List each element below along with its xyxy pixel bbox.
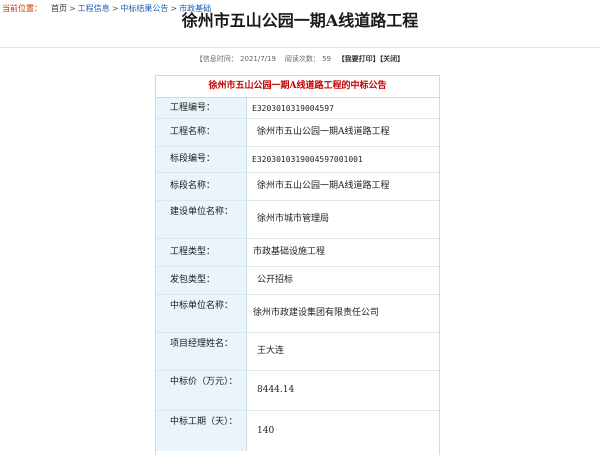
table-row: 中标单位名称： 徐州市政建设集团有限责任公司 bbox=[156, 295, 439, 333]
views-value: 59 bbox=[322, 55, 331, 63]
row-value: E3203010319004597001001 bbox=[252, 155, 363, 164]
views-label: 阅读次数： bbox=[284, 55, 320, 63]
table-row: 发包类型： 公开招标 bbox=[156, 267, 439, 295]
row-label: 工程类型： bbox=[156, 239, 247, 266]
row-value: 140 bbox=[257, 425, 275, 436]
table-row: 项目经理姓名： 王大连 bbox=[156, 333, 439, 371]
article-meta: 【信息时间： 2021/7/19 阅读次数： 59 【我要打印】【关闭】 bbox=[0, 53, 600, 65]
row-value: 8444.14 bbox=[257, 385, 295, 395]
table-row: 标段名称： 徐州市五山公园一期A线道路工程 bbox=[156, 173, 439, 201]
row-value: 徐州市五山公园一期A线道路工程 bbox=[257, 181, 390, 191]
row-value: 徐州市五山公园一期A线道路工程 bbox=[257, 127, 390, 137]
row-value: 市政基础设施工程 bbox=[253, 247, 326, 257]
award-notice-table: 徐州市五山公园一期A线道路工程的中标公告 工程编号： E320301031900… bbox=[155, 75, 440, 455]
table-row: 工程类型： 市政基础设施工程 bbox=[156, 239, 439, 267]
notice-title: 徐州市五山公园一期A线道路工程的中标公告 bbox=[156, 76, 439, 98]
row-label: 建设单位名称： bbox=[156, 201, 247, 238]
row-label: 工程编号： bbox=[156, 98, 247, 118]
table-row: 工程名称： 徐州市五山公园一期A线道路工程 bbox=[156, 119, 439, 147]
table-row: 中标价（万元）： 8444.14 bbox=[156, 371, 439, 411]
row-value: 公开招标 bbox=[257, 275, 294, 285]
page-title: 徐州市五山公园一期A线道路工程 bbox=[181, 11, 419, 30]
row-label: 标段编号： bbox=[156, 147, 247, 172]
row-label: 中标工期（天）： bbox=[156, 411, 247, 451]
table-row: 建设单位名称： 徐州市城市管理局 bbox=[156, 201, 439, 239]
row-label: 项目经理姓名： bbox=[156, 333, 247, 370]
row-label: 中标单位名称： bbox=[156, 295, 247, 332]
table-row: 标段编号： E3203010319004597001001 bbox=[156, 147, 439, 173]
row-value: E3203010319004597 bbox=[252, 103, 334, 113]
row-value: 徐州市政建设集团有限责任公司 bbox=[253, 308, 380, 318]
print-button[interactable]: 【我要打印】 bbox=[338, 55, 380, 63]
info-time-value: 2021/7/19 bbox=[240, 55, 276, 63]
title-divider bbox=[0, 47, 600, 48]
row-label: 工程名称： bbox=[156, 119, 247, 146]
row-label: 标段名称： bbox=[156, 173, 247, 200]
row-label: 发包类型： bbox=[156, 267, 247, 294]
table-row: 中标工期（天）： 140 bbox=[156, 411, 439, 451]
row-value: 徐州市城市管理局 bbox=[257, 214, 330, 224]
row-value: 王大连 bbox=[257, 346, 285, 356]
info-time-label: 【信息时间： bbox=[195, 55, 238, 63]
row-label: 中标价（万元）： bbox=[156, 371, 247, 410]
table-row: 工程编号： E3203010319004597 bbox=[156, 98, 439, 119]
close-button[interactable]: 【关闭】 bbox=[380, 55, 405, 63]
